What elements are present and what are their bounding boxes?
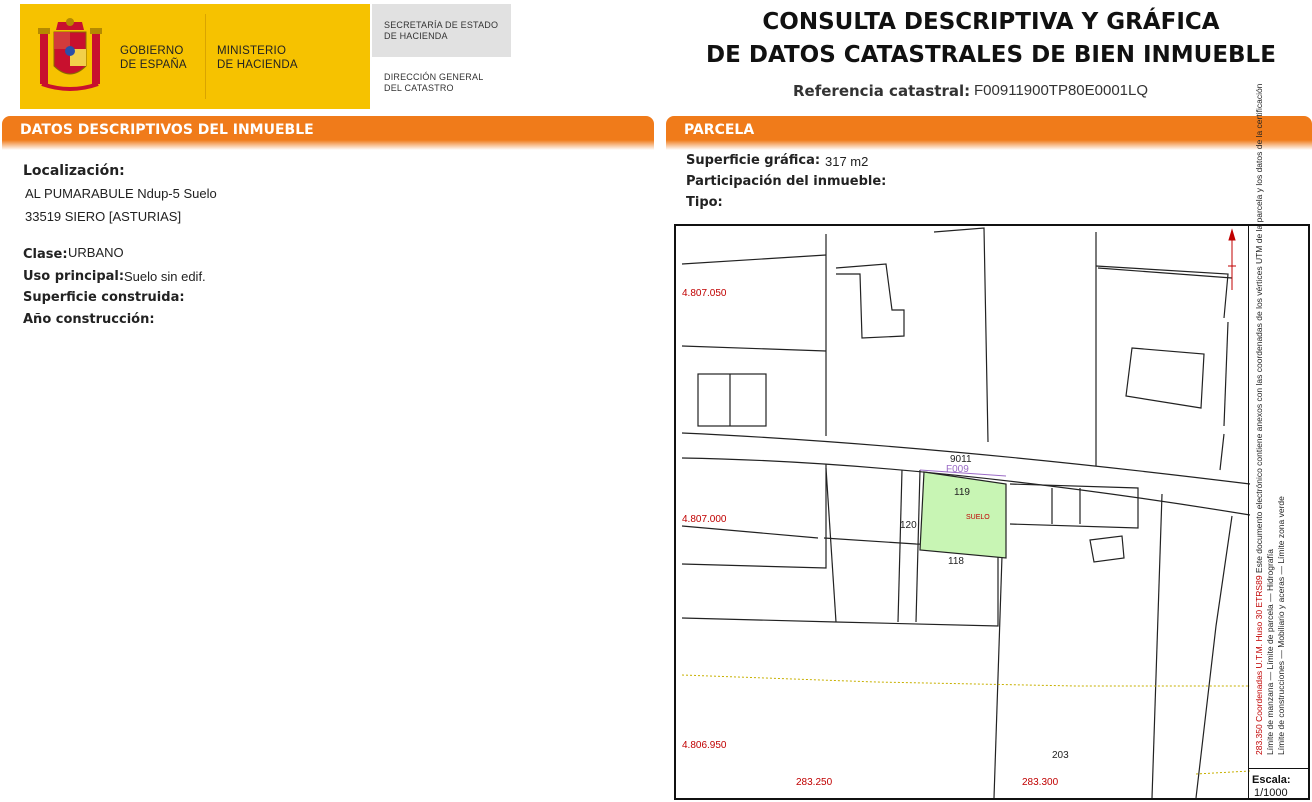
utm-coordinates-label: 283.350 Coordenadas U.T.M. Huso 30 ETRS8…: [1254, 575, 1264, 755]
scale-label: Escala:: [1252, 774, 1291, 786]
clase-value: URBANO: [68, 245, 124, 260]
legend-line-3: Límite de construcciones — Mobiliario y …: [1276, 496, 1286, 755]
uso-principal-value: Suelo sin edif.: [124, 269, 206, 284]
government-logo-block: GOBIERNO DE ESPAÑA MINISTERIO DE HACIEND…: [20, 4, 370, 109]
page-title: CONSULTA DESCRIPTIVA Y GRÁFICA DE DATOS …: [706, 9, 1276, 68]
datos-descriptivos-title: DATOS DESCRIPTIVOS DEL INMUEBLE: [20, 122, 314, 138]
block-label: F009: [946, 464, 969, 475]
northing-label-3: 4.806.950: [682, 740, 727, 751]
suelo-label: SUELO: [966, 514, 990, 521]
logo-divider: [205, 14, 206, 99]
parcel-118-label: 118: [948, 556, 964, 567]
localizacion-line1: AL PUMARABULE Ndup-5 Suelo: [25, 186, 217, 201]
anio-construccion-label: Año construcción:: [23, 312, 155, 327]
clase-label: Clase:: [23, 247, 68, 262]
referencia-catastral-label: Referencia catastral:: [793, 82, 971, 100]
legend-note: Este documento electrónico contiene anex…: [1254, 83, 1264, 574]
cadastral-map[interactable]: 4.807.050 4.807.000 4.806.950 283.250 28…: [674, 224, 1310, 800]
superficie-construida-label: Superficie construida:: [23, 290, 185, 305]
map-legend: 283.350 Coordenadas U.T.M. Huso 30 ETRS8…: [1254, 84, 1287, 755]
referencia-catastral-value: F00911900TP80E0001LQ: [974, 82, 1149, 99]
superficie-grafica-label: Superficie gráfica:: [686, 153, 821, 168]
parcela-header: PARCELA: [666, 116, 1312, 150]
northing-label-1: 4.807.050: [682, 288, 727, 299]
coat-of-arms-icon: [38, 18, 102, 91]
easting-label-1: 283.250: [796, 777, 833, 788]
northing-label-2: 4.807.000: [682, 514, 727, 525]
easting-label-2: 283.300: [1022, 777, 1059, 788]
datos-descriptivos-header: DATOS DESCRIPTIVOS DEL INMUEBLE: [2, 116, 654, 150]
gobierno-espana-label: GOBIERNO DE ESPAÑA: [120, 45, 187, 71]
tipo-label: Tipo:: [686, 195, 723, 210]
localizacion-label: Localización:: [23, 163, 125, 179]
legend-line-2: Límite de manzana — Límite de parcela — …: [1265, 549, 1275, 755]
participacion-label: Participación del inmueble:: [686, 174, 887, 189]
parcel-120-label: 120: [900, 520, 917, 531]
parcela-title: PARCELA: [684, 122, 755, 138]
uso-principal-label: Uso principal:: [23, 269, 125, 284]
ministerio-label: MINISTERIO DE HACIENDA: [217, 45, 298, 71]
scale-value: 1/1000: [1254, 787, 1288, 799]
parcel-119-label: 119: [954, 487, 970, 498]
superficie-grafica-value: 317 m2: [825, 154, 869, 169]
cadastral-map-drawing: [681, 227, 1251, 798]
localizacion-line2: 33519 SIERO [ASTURIAS]: [25, 209, 182, 224]
secretaria-label: SECRETARÍA DE ESTADO DE HACIENDA: [384, 20, 499, 41]
direccion-general-label: DIRECCIÓN GENERAL DEL CATASTRO: [384, 72, 484, 93]
parcel-203-label: 203: [1052, 750, 1069, 761]
north-arrow-icon: [1228, 228, 1236, 290]
